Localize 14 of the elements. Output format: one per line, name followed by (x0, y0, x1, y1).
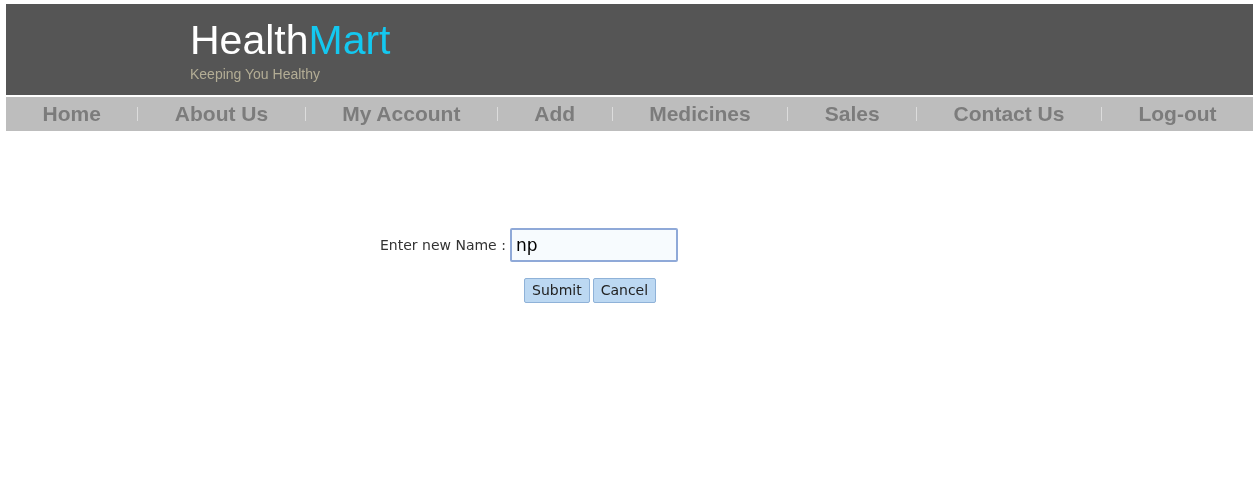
nav-link[interactable]: Medicines (612, 98, 788, 130)
nav-link[interactable]: About Us (138, 98, 305, 130)
nav-link[interactable]: Contact Us (917, 98, 1101, 130)
nav-link[interactable]: Sales (788, 98, 917, 130)
nav-link[interactable]: Add (497, 98, 612, 130)
name-input-field[interactable]: np (509, 228, 678, 262)
form-button[interactable]: Cancel (592, 278, 657, 303)
site-tagline: Keeping You Healthy (190, 65, 320, 84)
form-button[interactable]: Submit (524, 278, 590, 303)
nav-link[interactable]: Log-out (1101, 98, 1254, 130)
nav-link[interactable]: Home (6, 98, 138, 130)
site-logo[interactable]: HealthMart (190, 18, 391, 62)
nav-link[interactable]: My Account (305, 98, 497, 130)
name-label: Enter new Name : (380, 235, 506, 255)
